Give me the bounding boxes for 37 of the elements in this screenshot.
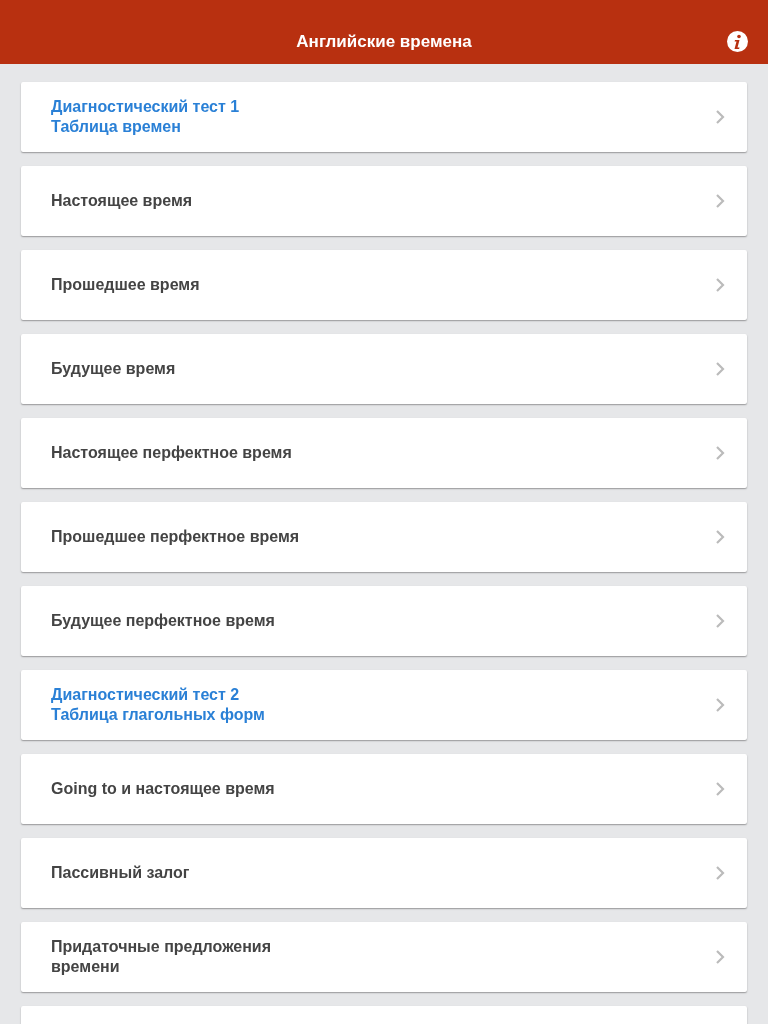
item-title: Будущее время — [51, 359, 176, 379]
item-title: Настоящее время — [51, 191, 193, 211]
screen-title: Английские времена — [296, 31, 472, 54]
chevron-icon — [715, 949, 725, 965]
item-title: Прошедшее время — [51, 275, 200, 295]
item-title: Прошедшее перфектное время — [51, 527, 300, 547]
item-title: Going to и настоящее время — [51, 779, 275, 799]
item-subtitle: Таблица времен — [51, 117, 182, 137]
chevron-icon — [715, 865, 725, 881]
list-item[interactable]: Диагностический тест 2 Таблица глагольных форм — [21, 670, 747, 740]
chevron-icon — [715, 193, 725, 209]
info-icon[interactable] — [727, 31, 748, 52]
item-title: Будущее перфектное время — [51, 611, 275, 631]
chevron-icon — [715, 445, 725, 461]
list-item[interactable]: Прошедшее время — [21, 250, 747, 320]
chevron-icon — [715, 697, 725, 713]
chevron-icon — [715, 277, 725, 293]
item-title: Придаточные предложения времени — [51, 937, 272, 977]
item-title: Диагностический тест 1 — [51, 97, 240, 117]
chevron-icon — [715, 613, 725, 629]
list-item[interactable]: Диагностический тест 1 Таблица времен — [21, 82, 747, 152]
item-subtitle: Таблица глагольных форм — [51, 705, 265, 725]
list-item[interactable]: Будущее перфектное время — [21, 586, 747, 656]
list-item[interactable]: Пассивный залог — [21, 838, 747, 908]
list-item[interactable]: Прошедшее перфектное время — [21, 502, 747, 572]
list-item[interactable]: Будущее время — [21, 334, 747, 404]
chevron-icon — [715, 529, 725, 545]
item-title: Пассивный залог — [51, 863, 190, 883]
chevron-icon — [715, 361, 725, 377]
chevron-icon — [715, 109, 725, 125]
list-item[interactable]: Настоящее время — [21, 166, 747, 236]
item-title: Настоящее перфектное время — [51, 443, 292, 463]
list-item[interactable]: Придаточные предложения времени — [21, 922, 747, 992]
list-item[interactable]: Настоящее перфектное время — [21, 418, 747, 488]
item-title: Диагностический тест 2 — [51, 685, 241, 705]
chevron-icon — [715, 781, 725, 797]
list-item[interactable]: Going to и настоящее время — [21, 754, 747, 824]
